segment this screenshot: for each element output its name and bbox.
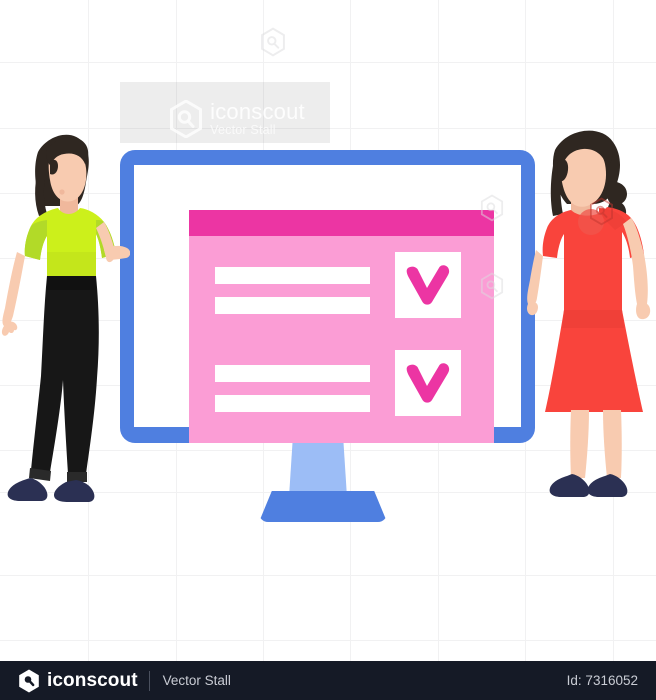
iconscout-hex-search-icon xyxy=(170,99,203,138)
iconscout-hex-search-icon xyxy=(19,669,39,692)
desktop-monitor xyxy=(120,150,535,443)
hex-watermark-top xyxy=(259,27,287,58)
footer-asset-id: Id: 7316052 xyxy=(566,673,638,688)
checklist-panel xyxy=(189,210,494,443)
watermark-subtitle: Vector Stall xyxy=(210,122,276,137)
iconscout-watermark-plate: iconscout Vector Stall xyxy=(120,82,330,143)
checklist-panel-header xyxy=(189,210,494,236)
monitor-screen xyxy=(134,165,521,443)
grid-line-horizontal xyxy=(0,640,656,641)
hex-watermark-screen-upper xyxy=(479,194,505,223)
hex-watermark-shoulder xyxy=(588,197,615,227)
woman-right xyxy=(527,130,651,497)
illustration-canvas: iconscout Vector Stall iconscout Vector … xyxy=(0,0,656,700)
text-line xyxy=(215,365,370,382)
watermark-title: iconscout xyxy=(210,98,305,124)
footer-contributor[interactable]: Vector Stall xyxy=(163,673,231,688)
text-line xyxy=(215,297,370,314)
footer-divider xyxy=(148,670,150,691)
monitor-stand-base xyxy=(259,491,387,522)
monitor-stand-neck xyxy=(289,443,347,497)
footer-brand[interactable]: iconscout xyxy=(18,669,138,693)
text-line xyxy=(215,267,370,284)
text-line xyxy=(215,395,370,412)
footer-bar: iconscout Vector Stall Id: 7316052 xyxy=(0,661,656,700)
grid-line-horizontal xyxy=(0,62,656,63)
footer-brand-name: iconscout xyxy=(47,669,138,691)
checkbox-checked[interactable] xyxy=(395,252,461,318)
woman-left xyxy=(1,134,130,502)
grid-line-horizontal xyxy=(0,575,656,576)
check-icon xyxy=(406,265,450,305)
hex-watermark-screen-lower xyxy=(479,272,505,301)
checkbox-checked[interactable] xyxy=(395,350,461,416)
check-icon xyxy=(406,363,450,403)
